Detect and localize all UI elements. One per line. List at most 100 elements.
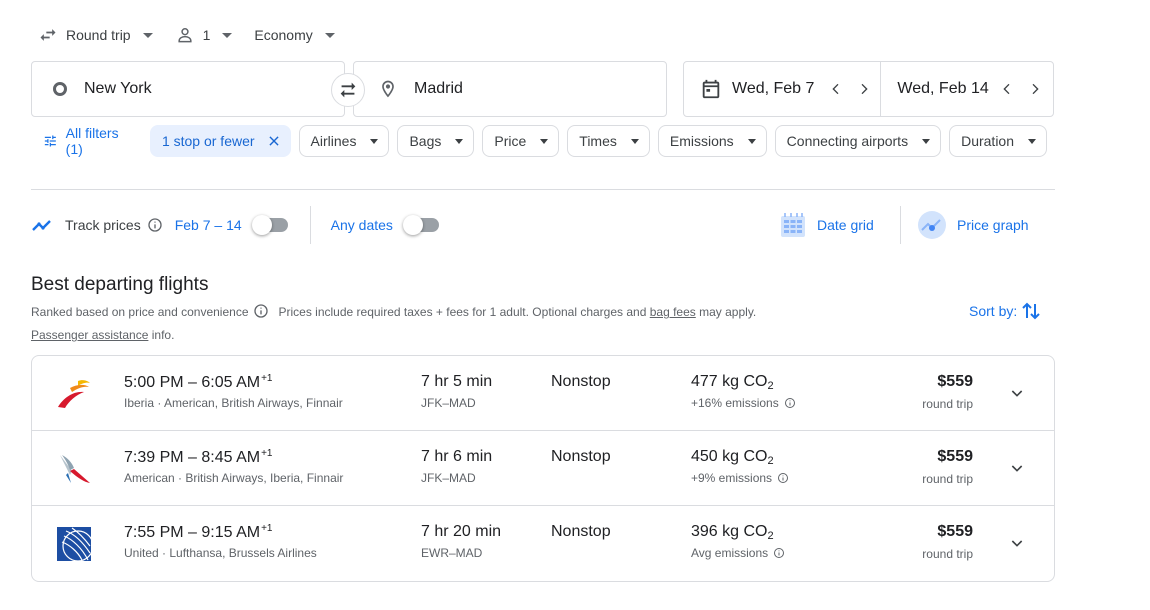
track-prices-label: Track prices	[65, 217, 141, 233]
person-icon	[178, 28, 192, 43]
date-grid-button[interactable]: Date grid	[779, 209, 874, 241]
chip-label: Bags	[409, 133, 442, 149]
track-prices-toggle[interactable]	[251, 215, 288, 235]
prices-note: Prices include required taxes + fees for…	[278, 305, 647, 319]
flight-price: $559	[937, 448, 973, 465]
airline-names: United · Lufthansa, Brussels Airlines	[124, 546, 317, 560]
emissions-label: +9% emissions	[691, 471, 773, 485]
stops-filter-label: 1 stop or fewer	[161, 133, 255, 149]
trip-type-select[interactable]: Round trip	[38, 25, 153, 45]
co2-value: 396 kg CO2	[691, 523, 774, 542]
flight-times: 5:00 PM – 6:05 AM+1	[124, 373, 273, 391]
filter-bar: All filters (1) 1 stop or fewer Airlines…	[31, 125, 1055, 157]
chevron-left-icon[interactable]	[993, 75, 1021, 103]
times-filter-chip[interactable]: Times	[567, 125, 650, 157]
chevron-down-icon	[922, 138, 931, 144]
airline-names: Iberia · American, British Airways, Finn…	[124, 396, 343, 410]
price-graph-icon	[918, 211, 946, 239]
may-apply-text: may apply.	[699, 305, 757, 319]
origin-field[interactable]: New York	[31, 61, 345, 117]
sort-by-button[interactable]: Sort by:	[969, 300, 1041, 322]
vertical-divider	[900, 206, 901, 244]
chip-label: Airlines	[310, 133, 357, 149]
ranking-note: Ranked based on price and convenience	[31, 305, 249, 319]
close-icon[interactable]	[267, 134, 281, 148]
stops-filter-chip[interactable]: 1 stop or fewer	[149, 125, 291, 157]
airlines-filter-chip[interactable]: Airlines	[298, 125, 390, 157]
sort-arrows-icon	[1022, 302, 1040, 320]
info-icon[interactable]	[773, 547, 785, 559]
duration-filter-chip[interactable]: Duration	[949, 125, 1047, 157]
departure-date: Wed, Feb 7	[732, 80, 815, 97]
expand-chevron-icon[interactable]	[1004, 380, 1030, 406]
flight-stops: Nonstop	[551, 373, 611, 390]
info-icon[interactable]	[777, 472, 789, 484]
departure-time: 7:55 PM	[124, 524, 184, 541]
flight-row[interactable]: 5:00 PM – 6:05 AM+1 Iberia · American, B…	[32, 356, 1054, 431]
info-icon[interactable]	[147, 217, 163, 233]
airline-names: American · British Airways, Iberia, Finn…	[124, 471, 344, 485]
info-icon[interactable]	[784, 397, 796, 409]
any-dates-toggle[interactable]	[402, 215, 439, 235]
track-dates: Feb 7 – 14	[174, 217, 242, 233]
american-airlines-logo	[56, 451, 92, 487]
chip-label: Emissions	[669, 133, 734, 149]
chevron-left-icon[interactable]	[822, 75, 850, 103]
chevron-right-icon[interactable]	[850, 75, 878, 103]
chevron-right-icon[interactable]	[1021, 75, 1049, 103]
price-graph-button[interactable]: Price graph	[917, 209, 1029, 241]
expand-chevron-icon[interactable]	[1004, 530, 1030, 556]
section-title: Best departing flights	[31, 274, 209, 295]
location-pin-icon	[378, 78, 398, 100]
results-subtext: Ranked based on price and convenience Pri…	[31, 302, 831, 345]
cabin-class-select[interactable]: Economy	[254, 27, 335, 43]
co2-subscript: 2	[767, 530, 774, 542]
origin-value: New York	[84, 80, 152, 97]
departure-date-field[interactable]: Wed, Feb 7	[684, 62, 878, 116]
flight-row[interactable]: 7:39 PM – 8:45 AM+1 American · British A…	[32, 431, 1054, 506]
flight-stops: Nonstop	[551, 448, 611, 465]
expand-chevron-icon[interactable]	[1004, 455, 1030, 481]
price-filter-chip[interactable]: Price	[482, 125, 560, 157]
co2-amount: 477 kg CO	[691, 373, 768, 390]
flight-duration: 7 hr 6 min	[421, 448, 493, 465]
price-type: round trip	[922, 472, 973, 486]
chip-label: Price	[494, 133, 527, 149]
emissions-note: +9% emissions	[691, 471, 789, 485]
info-text: info.	[151, 328, 175, 342]
all-filters-button[interactable]: All filters (1)	[31, 125, 134, 157]
all-filters-label: All filters (1)	[65, 125, 119, 157]
connecting-airports-filter-chip[interactable]: Connecting airports	[774, 125, 942, 157]
date-grid-icon	[781, 213, 805, 237]
any-dates-label: Any dates	[330, 217, 393, 233]
day-offset: +1	[261, 448, 273, 459]
tune-icon	[44, 135, 56, 147]
trip-options-row: Round trip 1 Economy	[38, 24, 357, 46]
passengers-count: 1	[202, 27, 211, 43]
flight-row[interactable]: 7:55 PM – 9:15 AM+1 United · Lufthansa, …	[32, 506, 1054, 581]
return-date: Wed, Feb 14	[897, 80, 989, 97]
track-prices-row: Track prices Feb 7 – 14 Any dates Date g…	[31, 206, 1055, 244]
passenger-assistance-link[interactable]: Passenger assistance	[31, 328, 148, 342]
destination-field[interactable]: Madrid	[353, 61, 667, 117]
passengers-select[interactable]: 1	[175, 25, 233, 45]
flight-price: $559	[937, 523, 973, 540]
day-offset: +1	[261, 373, 273, 384]
chevron-down-icon	[747, 138, 756, 144]
info-icon[interactable]	[253, 303, 269, 325]
chevron-down-icon	[222, 32, 233, 38]
bags-filter-chip[interactable]: Bags	[397, 125, 475, 157]
destination-value: Madrid	[414, 80, 463, 97]
chevron-down-icon	[540, 138, 549, 144]
flight-stops: Nonstop	[551, 523, 611, 540]
swap-origin-destination-button[interactable]	[331, 73, 365, 107]
arrival-time: 8:45 AM	[201, 449, 261, 466]
flight-duration: 7 hr 20 min	[421, 523, 502, 540]
trip-type-label: Round trip	[66, 27, 131, 43]
flight-route: JFK–MAD	[421, 396, 476, 410]
bag-fees-link[interactable]: bag fees	[650, 305, 696, 319]
price-type: round trip	[922, 397, 973, 411]
price-type: round trip	[922, 547, 973, 561]
return-date-field[interactable]: Wed, Feb 14	[881, 62, 1048, 116]
emissions-filter-chip[interactable]: Emissions	[657, 125, 767, 157]
